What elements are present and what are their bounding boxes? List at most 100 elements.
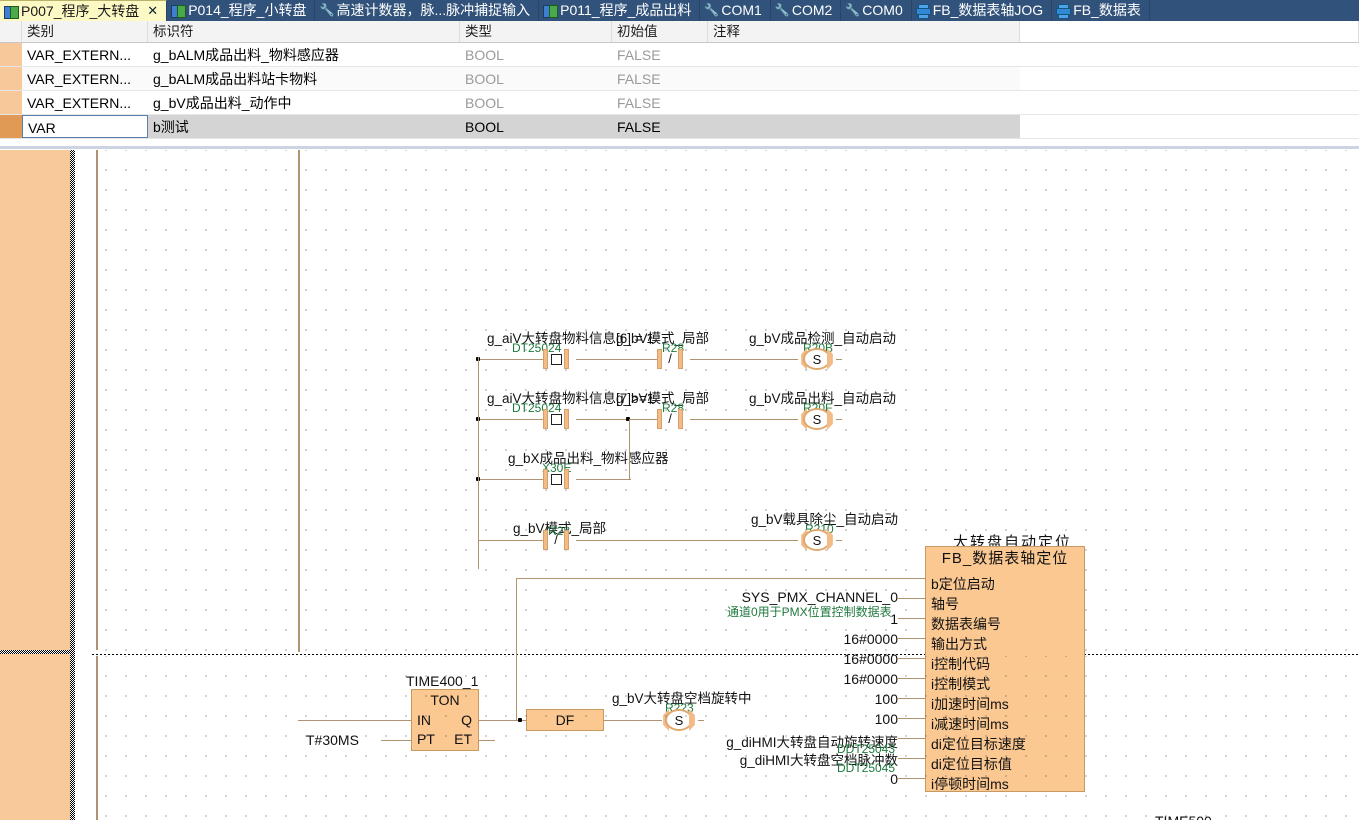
- contact-symbol: [548, 469, 564, 489]
- rung-gutter-lower[interactable]: [0, 654, 73, 820]
- cell-category[interactable]: VAR_EXTERN...: [22, 91, 148, 114]
- wrench-icon: 🔧: [774, 3, 790, 17]
- cell-category[interactable]: VAR_EXTERN...: [22, 67, 148, 90]
- tab-com1[interactable]: 🔧 COM1: [700, 0, 771, 21]
- table-row[interactable]: VAR_EXTERN... g_bV成品出料_动作中 BOOL FALSE: [0, 91, 1359, 115]
- column-header-comment[interactable]: 注释: [708, 21, 1020, 42]
- table-row[interactable]: VAR_EXTERN... g_bALM成品出料_物料感应器 BOOL FALS…: [0, 43, 1359, 67]
- cell-initial-value[interactable]: FALSE: [612, 91, 708, 114]
- normally-closed-contact[interactable]: /: [657, 349, 683, 369]
- tab-high-speed-counter[interactable]: 🔧 高速计数器，脉...脉冲捕捉输入: [315, 0, 540, 21]
- coil-right-bracket: [827, 408, 833, 430]
- normally-closed-contact[interactable]: /: [657, 409, 683, 429]
- contact-symbol: /: [668, 351, 672, 366]
- program-icon: [171, 4, 187, 18]
- cell-initial-value[interactable]: FALSE: [612, 43, 708, 66]
- rung1-wire-a: [478, 359, 546, 360]
- set-coil[interactable]: S: [798, 408, 836, 430]
- comparison-contact[interactable]: [543, 409, 569, 429]
- tab-label: COM2: [791, 2, 833, 18]
- left-power-rail-upper: [96, 150, 98, 650]
- set-coil[interactable]: S: [798, 348, 836, 370]
- rung3-wire-a: [478, 479, 546, 480]
- cell-filler: [1020, 67, 1359, 90]
- tab-label: FB_数据表轴JOG: [932, 2, 1044, 18]
- rung4-wire-c: [836, 540, 842, 541]
- contact-bar-right: [564, 530, 569, 550]
- fb-pin-3-label: 输出方式: [931, 636, 987, 652]
- row-marker[interactable]: [0, 43, 22, 66]
- tab-p014[interactable]: P014_程序_小转盘: [167, 0, 316, 21]
- cell-identifier[interactable]: g_bALM成品出料_物料感应器: [148, 43, 460, 66]
- column-header-filler: [1020, 21, 1359, 42]
- tab-label: 高速计数器，脉...脉冲捕捉输入: [336, 2, 531, 18]
- contact-symbol: [548, 349, 564, 369]
- gutter-gap: [75, 150, 92, 820]
- cell-type[interactable]: BOOL: [460, 91, 612, 114]
- variable-declaration-table: 类别 标识符 类型 初始值 注释 VAR_EXTERN... g_bALM成品出…: [0, 21, 1359, 146]
- column-header-type[interactable]: 类型: [460, 21, 612, 42]
- cell-category[interactable]: VAR: [22, 115, 148, 138]
- cell-comment[interactable]: [708, 67, 1020, 90]
- table-row-selected[interactable]: VAR b测试 BOOL FALSE: [0, 115, 1359, 139]
- cell-type[interactable]: BOOL: [460, 115, 612, 138]
- fb-icon: [1056, 4, 1072, 19]
- rung-gutter-upper[interactable]: [0, 150, 73, 650]
- row-marker[interactable]: [0, 91, 22, 114]
- tab-fb-data-table[interactable]: FB_数据表: [1052, 0, 1150, 21]
- ladder-diagram-editor[interactable]: g_aiV大转盘物料信息[6] = 1 DT25024 g_bV模式_局部 R2…: [0, 146, 1359, 820]
- coil-right-bracket: [827, 348, 833, 370]
- cell-comment[interactable]: [708, 43, 1020, 66]
- cell-initial-value[interactable]: FALSE: [612, 115, 708, 138]
- tab-label: COM1: [721, 2, 762, 18]
- wrench-icon: 🔧: [319, 3, 335, 17]
- column-header-initial-value[interactable]: 初始值: [612, 21, 708, 42]
- fb-pin-3-value[interactable]: 16#0000: [800, 631, 898, 647]
- tab-com0[interactable]: 🔧 COM0: [841, 0, 912, 21]
- set-coil[interactable]: S: [798, 529, 836, 551]
- fb-pin-2-wire: [898, 618, 926, 619]
- normally-closed-contact[interactable]: /: [543, 530, 569, 550]
- column-header-category[interactable]: 类别: [22, 21, 148, 42]
- row-marker[interactable]: [0, 67, 22, 90]
- comparison-contact[interactable]: [543, 349, 569, 369]
- tab-com2[interactable]: 🔧 COM2: [771, 0, 842, 21]
- table-row[interactable]: VAR_EXTERN... g_bALM成品出料站卡物料 BOOL FALSE: [0, 67, 1359, 91]
- table-header-row: 类别 标识符 类型 初始值 注释: [0, 21, 1359, 43]
- close-icon[interactable]: ✕: [147, 3, 158, 19]
- coil-symbol: S: [803, 529, 831, 551]
- tab-p011[interactable]: P011_程序_成品出料: [539, 0, 701, 21]
- fb-pin-3-wire: [898, 638, 926, 639]
- tab-label: P011_程序_成品出料: [560, 2, 692, 18]
- cell-comment[interactable]: [708, 91, 1020, 114]
- cell-type[interactable]: BOOL: [460, 43, 612, 66]
- fb-pin-1-label: 轴号: [931, 596, 959, 612]
- cell-identifier[interactable]: b测试: [148, 115, 460, 138]
- rung-branch-riser-left: [478, 357, 479, 569]
- rung-separator: [92, 654, 1359, 655]
- contact-symbol: /: [668, 411, 672, 426]
- program-icon: [543, 4, 559, 18]
- cell-filler: [1020, 43, 1359, 66]
- row-marker[interactable]: [0, 115, 22, 138]
- timer500-instance-name: TIME500: [1155, 813, 1212, 820]
- column-header-identifier[interactable]: 标识符: [148, 21, 460, 42]
- fb-pin-2-value[interactable]: 1: [820, 611, 898, 627]
- grid-background-upper: [92, 150, 1359, 652]
- comparison-contact[interactable]: [543, 469, 569, 489]
- cell-type[interactable]: BOOL: [460, 67, 612, 90]
- cell-initial-value[interactable]: FALSE: [612, 67, 708, 90]
- fb-name-label: FB_数据表轴定位: [941, 550, 1069, 567]
- cell-comment[interactable]: [708, 115, 1020, 138]
- cell-identifier[interactable]: g_bV成品出料_动作中: [148, 91, 460, 114]
- cell-identifier[interactable]: g_bALM成品出料站卡物料: [148, 67, 460, 90]
- tab-label: P014_程序_小转盘: [188, 2, 307, 18]
- coil-symbol: S: [803, 348, 831, 370]
- cell-category[interactable]: VAR_EXTERN...: [22, 43, 148, 66]
- rung3-branch-riser: [629, 419, 630, 480]
- tab-p007[interactable]: P007_程序_大转盘 ✕: [0, 0, 168, 21]
- gutter-header: [0, 21, 22, 42]
- rung2-wire-b: [576, 419, 660, 420]
- tab-fb-axis-jog[interactable]: FB_数据表轴JOG: [912, 0, 1053, 21]
- program-icon: [4, 5, 19, 19]
